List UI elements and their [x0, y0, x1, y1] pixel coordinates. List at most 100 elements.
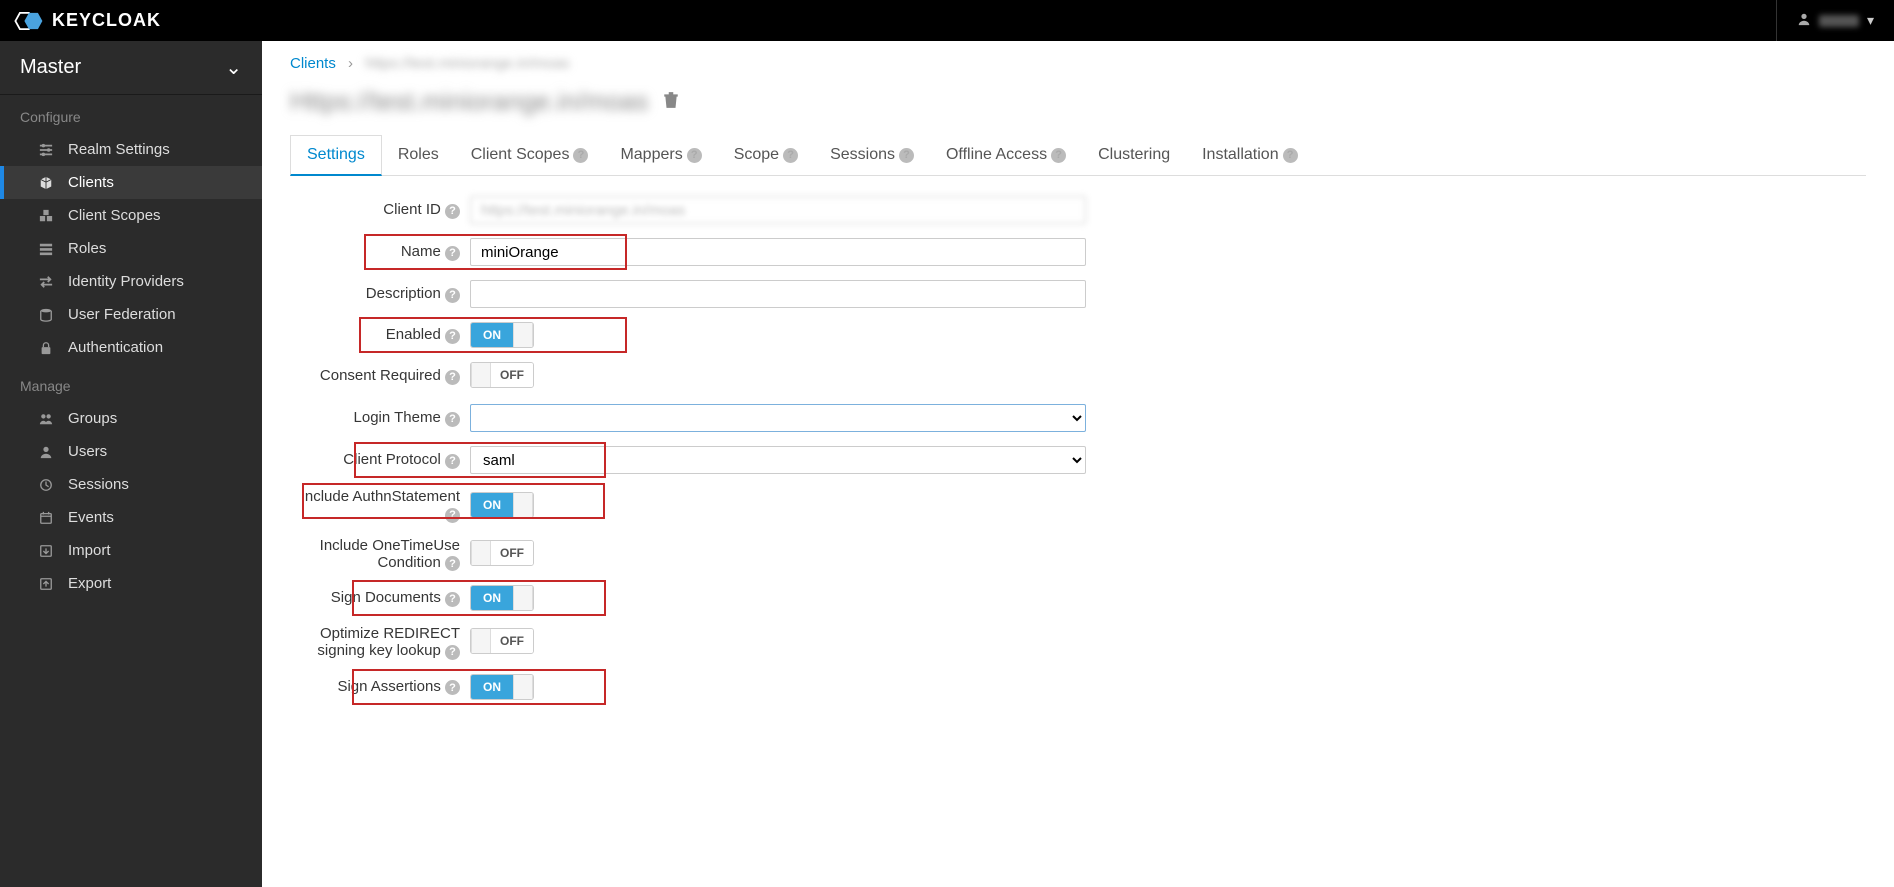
name-input[interactable] — [470, 238, 1086, 266]
sidebar-section-configure: Configure — [0, 95, 262, 133]
user-name-blurred — [1819, 15, 1859, 27]
tab-label: Sessions — [830, 146, 895, 164]
client-id-input[interactable] — [470, 196, 1086, 224]
sidebar-item-label: Users — [68, 443, 107, 460]
clock-icon — [38, 477, 54, 493]
tab-label: Installation — [1202, 146, 1279, 164]
tab-roles[interactable]: Roles — [382, 135, 455, 175]
consent-required-toggle[interactable]: OFF — [470, 362, 534, 388]
sign-documents-label: Sign Documents ? — [290, 589, 470, 607]
group-icon — [38, 411, 54, 427]
help-icon[interactable]: ? — [445, 288, 460, 303]
sidebar-item-import[interactable]: Import — [0, 534, 262, 567]
page-title-row: Https://test.miniorange.in/moas — [290, 86, 1866, 117]
sidebar-item-user-federation[interactable]: User Federation — [0, 298, 262, 331]
delete-button[interactable] — [662, 91, 680, 112]
help-icon[interactable]: ? — [445, 454, 460, 469]
tabs: SettingsRolesClient Scopes?Mappers?Scope… — [290, 135, 1866, 176]
include-authn-toggle[interactable]: ON — [470, 492, 534, 518]
breadcrumb-root[interactable]: Clients — [290, 55, 336, 72]
sidebar-item-label: Export — [68, 575, 111, 592]
cubes-icon — [38, 208, 54, 224]
user-menu[interactable]: ▾ — [1776, 0, 1874, 41]
tab-scope[interactable]: Scope? — [718, 135, 814, 175]
help-icon[interactable]: ? — [783, 148, 798, 163]
calendar-icon — [38, 510, 54, 526]
enabled-label: Enabled ? — [290, 326, 470, 344]
sidebar-item-client-scopes[interactable]: Client Scopes — [0, 199, 262, 232]
sidebar-item-label: Realm Settings — [68, 141, 170, 158]
sidebar-item-label: Sessions — [68, 476, 129, 493]
help-icon[interactable]: ? — [445, 592, 460, 607]
main-content: Clients › https://test.miniorange.in/moa… — [262, 41, 1894, 887]
help-icon[interactable]: ? — [445, 204, 460, 219]
sliders-icon — [38, 142, 54, 158]
tab-sessions[interactable]: Sessions? — [814, 135, 930, 175]
client-protocol-label: Client Protocol ? — [290, 451, 470, 469]
enabled-toggle[interactable]: ON — [470, 322, 534, 348]
sidebar-item-label: User Federation — [68, 306, 176, 323]
sidebar-item-sessions[interactable]: Sessions — [0, 468, 262, 501]
database-icon — [38, 307, 54, 323]
tab-label: Roles — [398, 146, 439, 164]
sidebar-item-label: Groups — [68, 410, 117, 427]
help-icon[interactable]: ? — [1283, 148, 1298, 163]
optimize-redirect-toggle[interactable]: OFF — [470, 628, 534, 654]
sidebar: Master ⌄ Configure Realm Settings Client… — [0, 41, 262, 887]
client-protocol-select[interactable]: saml — [470, 446, 1086, 474]
tab-client-scopes[interactable]: Client Scopes? — [455, 135, 605, 175]
help-icon[interactable]: ? — [445, 412, 460, 427]
realm-selector[interactable]: Master ⌄ — [0, 41, 262, 95]
sidebar-item-authentication[interactable]: Authentication — [0, 331, 262, 364]
name-label: Name ? — [290, 243, 470, 261]
tab-clustering[interactable]: Clustering — [1082, 135, 1186, 175]
sign-assertions-toggle[interactable]: ON — [470, 674, 534, 700]
help-icon[interactable]: ? — [445, 680, 460, 695]
tab-label: Client Scopes — [471, 146, 570, 164]
sign-assertions-label: Sign Assertions ? — [290, 678, 470, 696]
sidebar-item-export[interactable]: Export — [0, 567, 262, 600]
tab-label: Clustering — [1098, 146, 1170, 164]
sidebar-item-label: Authentication — [68, 339, 163, 356]
cube-icon — [38, 175, 54, 191]
tab-settings[interactable]: Settings — [290, 135, 382, 176]
tab-installation[interactable]: Installation? — [1186, 135, 1314, 175]
help-icon[interactable]: ? — [445, 645, 460, 660]
sign-documents-toggle[interactable]: ON — [470, 585, 534, 611]
page-title-blurred: Https://test.miniorange.in/moas — [290, 86, 648, 117]
help-icon[interactable]: ? — [573, 148, 588, 163]
help-icon[interactable]: ? — [445, 329, 460, 344]
chevron-down-icon: ▾ — [1867, 12, 1874, 29]
include-onetime-toggle[interactable]: OFF — [470, 540, 534, 566]
help-icon[interactable]: ? — [1051, 148, 1066, 163]
sidebar-item-label: Events — [68, 509, 114, 526]
tab-offline-access[interactable]: Offline Access? — [930, 135, 1082, 175]
brand-logo[interactable]: KEYCLOAK — [0, 10, 161, 31]
tab-label: Mappers — [620, 146, 682, 164]
include-onetime-label: Include OneTimeUse Condition ? — [290, 537, 470, 572]
help-icon[interactable]: ? — [445, 370, 460, 385]
tab-mappers[interactable]: Mappers? — [604, 135, 717, 175]
sidebar-item-clients[interactable]: Clients — [0, 166, 262, 199]
include-authn-label: Include AuthnStatement ? — [290, 488, 470, 523]
help-icon[interactable]: ? — [445, 246, 460, 261]
topbar: KEYCLOAK ▾ — [0, 0, 1894, 41]
chevron-down-icon: ⌄ — [225, 55, 242, 80]
help-icon[interactable]: ? — [445, 508, 460, 523]
sidebar-item-events[interactable]: Events — [0, 501, 262, 534]
settings-form: Client ID ? Name ? Description ? Enabled… — [290, 196, 1866, 700]
sidebar-item-groups[interactable]: Groups — [0, 402, 262, 435]
optimize-redirect-label: Optimize REDIRECT signing key lookup ? — [290, 625, 470, 660]
help-icon[interactable]: ? — [899, 148, 914, 163]
description-input[interactable] — [470, 280, 1086, 308]
sidebar-section-manage: Manage — [0, 364, 262, 402]
sidebar-item-identity-providers[interactable]: Identity Providers — [0, 265, 262, 298]
help-icon[interactable]: ? — [445, 556, 460, 571]
sidebar-item-label: Client Scopes — [68, 207, 161, 224]
help-icon[interactable]: ? — [687, 148, 702, 163]
login-theme-select[interactable] — [470, 404, 1086, 432]
sidebar-item-users[interactable]: Users — [0, 435, 262, 468]
sidebar-item-roles[interactable]: Roles — [0, 232, 262, 265]
sidebar-item-realm-settings[interactable]: Realm Settings — [0, 133, 262, 166]
sidebar-item-label: Import — [68, 542, 111, 559]
